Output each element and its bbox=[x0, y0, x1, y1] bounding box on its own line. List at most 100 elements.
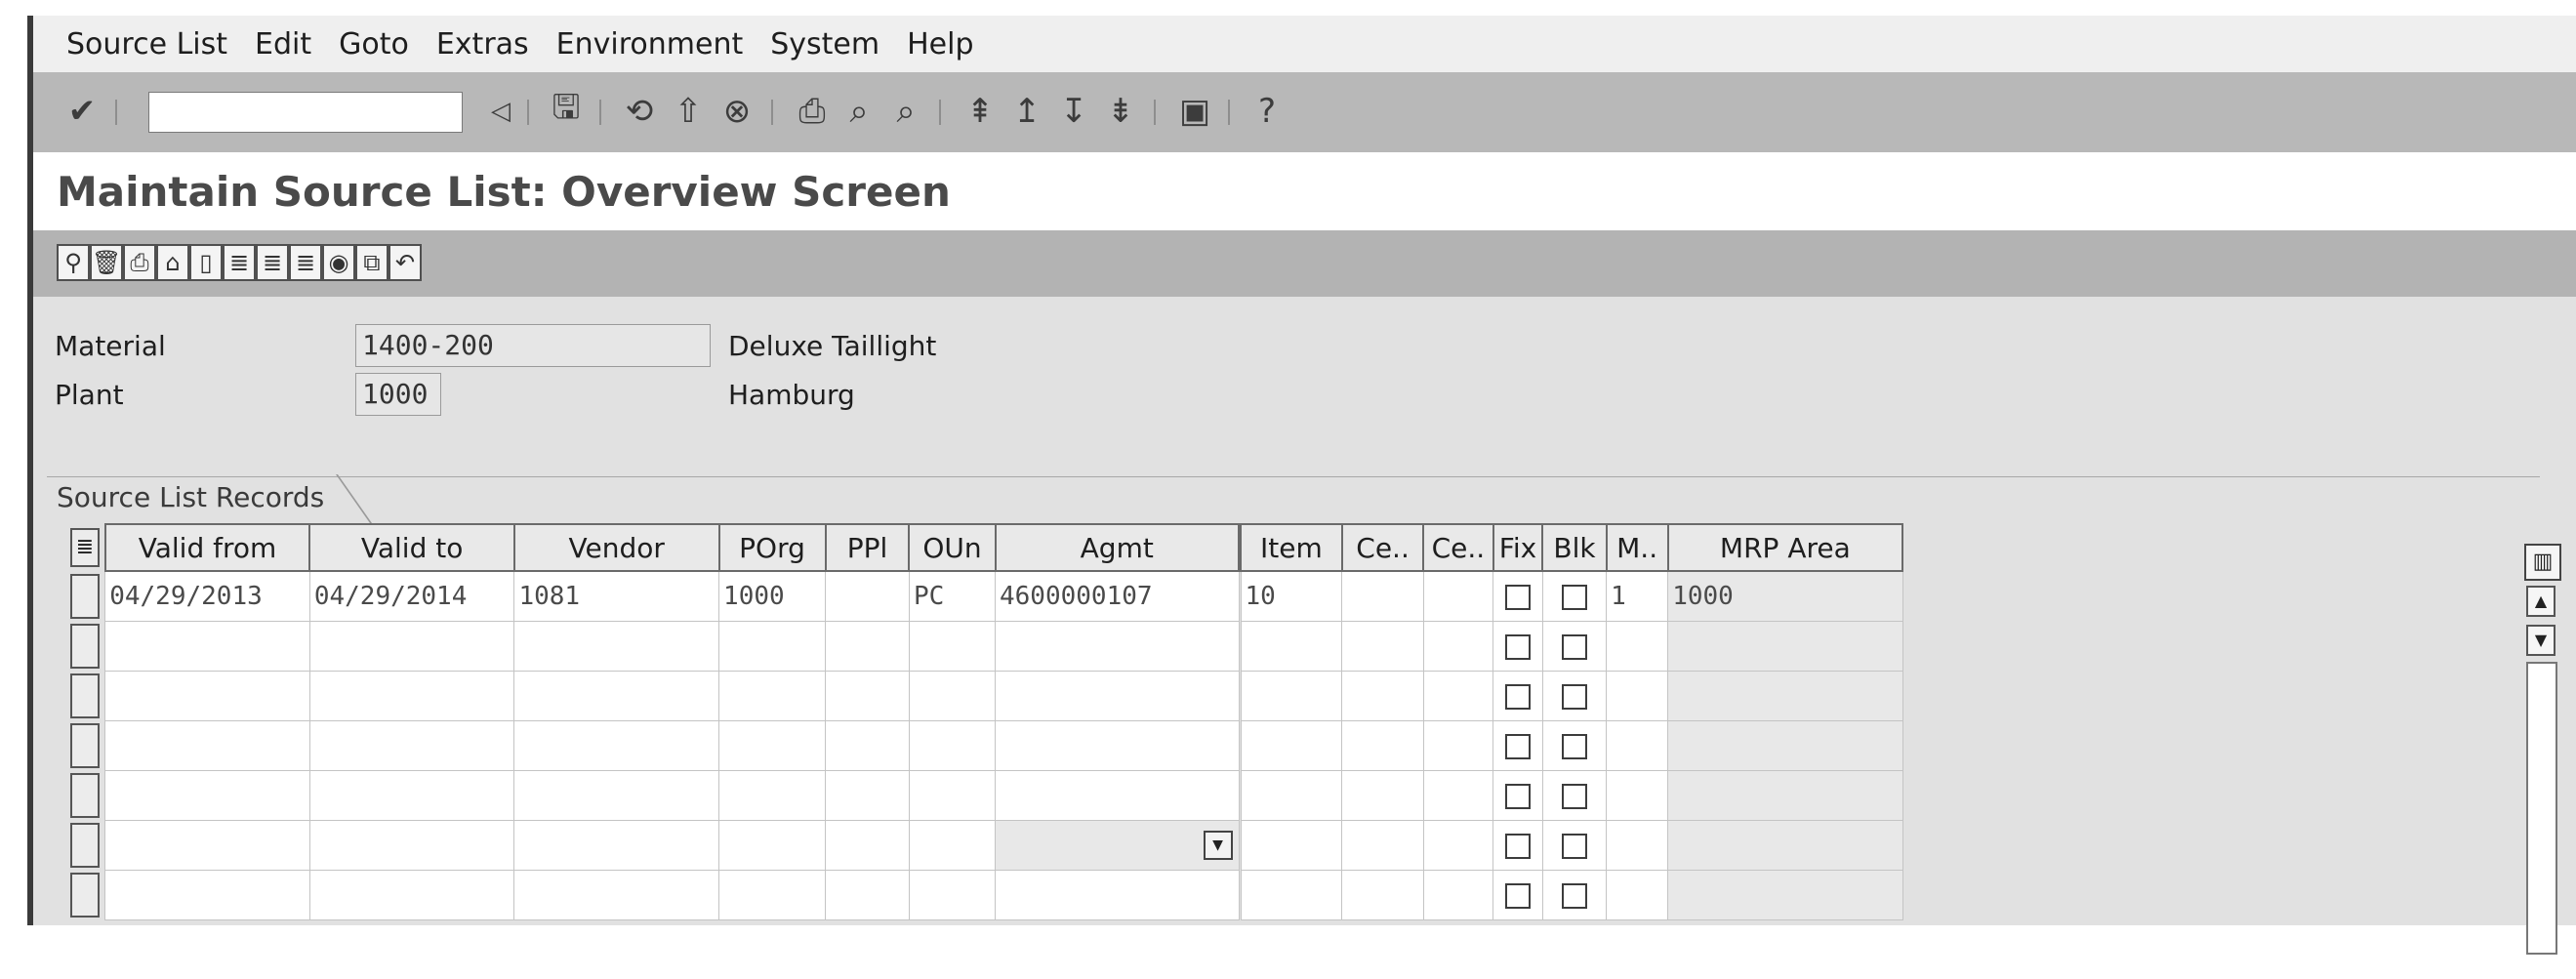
cell-valid-to[interactable] bbox=[308, 671, 515, 721]
back-arrow-icon[interactable]: ◁ bbox=[486, 90, 515, 133]
cell-valid-from[interactable] bbox=[104, 820, 310, 871]
copy-records-icon[interactable]: ≣ bbox=[256, 244, 289, 281]
cell-item[interactable]: 10 bbox=[1240, 570, 1343, 622]
cell-ce2[interactable] bbox=[1422, 870, 1494, 920]
cell-porg[interactable] bbox=[718, 820, 827, 871]
column-header-fix[interactable]: Fix bbox=[1492, 523, 1544, 572]
tab-source-list-records[interactable]: Source List Records bbox=[47, 476, 337, 520]
previous-page-icon[interactable]: ↥ bbox=[1007, 90, 1046, 133]
cell-oun[interactable] bbox=[908, 870, 997, 920]
layout-icon[interactable]: ⌂ bbox=[156, 244, 189, 281]
column-header-oun[interactable]: OUn bbox=[908, 523, 997, 572]
first-page-icon[interactable]: ⇞ bbox=[961, 90, 1000, 133]
cell-m[interactable] bbox=[1606, 870, 1669, 920]
cell-agmt[interactable] bbox=[995, 720, 1240, 771]
column-header-agmt[interactable]: Agmt bbox=[994, 523, 1240, 572]
blk-checkbox[interactable] bbox=[1562, 683, 1587, 710]
cell-ce1[interactable] bbox=[1341, 820, 1424, 871]
new-entry-icon[interactable]: ▯ bbox=[189, 244, 223, 281]
cell-valid-from[interactable] bbox=[104, 870, 310, 920]
cancel-icon[interactable]: ⊗ bbox=[716, 90, 757, 133]
cell-ce2[interactable] bbox=[1422, 621, 1494, 672]
last-page-icon[interactable]: ⇟ bbox=[1101, 90, 1140, 133]
cell-agmt[interactable]: 4600000107 bbox=[995, 570, 1240, 622]
cell-ce1[interactable] bbox=[1341, 870, 1424, 920]
command-field[interactable] bbox=[148, 92, 463, 133]
cell-ppl[interactable] bbox=[825, 671, 910, 721]
cell-vendor[interactable] bbox=[513, 870, 720, 920]
cell-agmt-dropdown[interactable]: ▼ bbox=[995, 820, 1240, 871]
cell-m[interactable]: 1 bbox=[1606, 570, 1669, 622]
column-header-blk[interactable]: Blk bbox=[1541, 523, 1608, 572]
back-icon[interactable]: ⟲ bbox=[619, 90, 660, 133]
column-header-mrp-area[interactable]: MRP Area bbox=[1666, 523, 1904, 572]
cell-valid-to[interactable] bbox=[308, 720, 515, 771]
fix-checkbox[interactable] bbox=[1504, 783, 1531, 809]
create-session-icon[interactable]: ▣ bbox=[1175, 90, 1214, 133]
cell-item[interactable] bbox=[1240, 820, 1343, 871]
column-header-item[interactable]: Item bbox=[1240, 523, 1343, 572]
cell-item[interactable] bbox=[1240, 671, 1343, 721]
cell-oun[interactable] bbox=[908, 770, 997, 821]
fix-checkbox[interactable] bbox=[1504, 584, 1531, 610]
print-icon[interactable]: ⎙ bbox=[793, 90, 832, 133]
cell-oun[interactable]: PC bbox=[908, 570, 997, 622]
cell-valid-to[interactable] bbox=[308, 621, 515, 672]
scroll-up-icon[interactable]: ▲ bbox=[2526, 586, 2556, 617]
cell-mrp-area[interactable] bbox=[1667, 720, 1903, 771]
cell-mrp-area[interactable] bbox=[1667, 621, 1903, 672]
cell-valid-to[interactable]: 04/29/2014 bbox=[308, 570, 515, 622]
cell-ppl[interactable] bbox=[825, 720, 910, 771]
cell-m[interactable] bbox=[1606, 720, 1669, 771]
exit-icon[interactable]: ⇧ bbox=[668, 90, 709, 133]
column-settings-icon[interactable]: ≣ bbox=[70, 528, 100, 567]
cell-valid-to[interactable] bbox=[308, 820, 515, 871]
cell-porg[interactable] bbox=[718, 621, 827, 672]
cell-valid-from[interactable] bbox=[104, 671, 310, 721]
cell-vendor[interactable] bbox=[513, 671, 720, 721]
detail-icon[interactable]: ≣ bbox=[289, 244, 322, 281]
cell-oun[interactable] bbox=[908, 720, 997, 771]
fix-checkbox[interactable] bbox=[1504, 683, 1531, 710]
column-header-ppl[interactable]: PPl bbox=[824, 523, 911, 572]
cell-mrp-area[interactable] bbox=[1667, 770, 1903, 821]
cell-porg[interactable] bbox=[718, 671, 827, 721]
select-all-icon[interactable]: ⚲ bbox=[57, 244, 90, 281]
cell-valid-from[interactable] bbox=[104, 720, 310, 771]
cell-agmt[interactable] bbox=[995, 671, 1240, 721]
vertical-scrollbar[interactable]: ▲ ▼ bbox=[2526, 586, 2557, 979]
fix-checkbox[interactable] bbox=[1504, 633, 1531, 660]
menu-help[interactable]: Help bbox=[907, 27, 973, 61]
globe-icon[interactable]: ◉ bbox=[322, 244, 355, 281]
cell-agmt[interactable] bbox=[995, 870, 1240, 920]
enter-icon[interactable]: ✔ bbox=[62, 90, 102, 133]
fix-checkbox[interactable] bbox=[1504, 733, 1531, 759]
cell-valid-from[interactable] bbox=[104, 770, 310, 821]
blk-checkbox[interactable] bbox=[1562, 882, 1587, 909]
row-selector[interactable] bbox=[68, 870, 105, 920]
cell-mrp-area[interactable] bbox=[1667, 820, 1903, 871]
cell-ce2[interactable] bbox=[1422, 570, 1494, 622]
cell-ppl[interactable] bbox=[825, 621, 910, 672]
cell-item[interactable] bbox=[1240, 621, 1343, 672]
cell-ce1[interactable] bbox=[1341, 720, 1424, 771]
cell-ce2[interactable] bbox=[1422, 770, 1494, 821]
cell-item[interactable] bbox=[1240, 870, 1343, 920]
blk-checkbox[interactable] bbox=[1562, 633, 1587, 660]
cell-vendor[interactable] bbox=[513, 720, 720, 771]
row-selector[interactable] bbox=[68, 720, 105, 771]
cell-ce1[interactable] bbox=[1341, 621, 1424, 672]
menu-edit[interactable]: Edit bbox=[255, 27, 311, 61]
cell-vendor[interactable] bbox=[513, 770, 720, 821]
plant-field[interactable]: 1000 bbox=[355, 373, 441, 416]
cell-vendor[interactable] bbox=[513, 621, 720, 672]
cell-ce1[interactable] bbox=[1341, 770, 1424, 821]
cell-agmt[interactable] bbox=[995, 621, 1240, 672]
cell-vendor[interactable]: 1081 bbox=[513, 570, 720, 622]
delete-icon[interactable]: 🗑 bbox=[90, 244, 123, 281]
find-next-icon[interactable]: ⌕ bbox=[886, 90, 925, 133]
next-page-icon[interactable]: ↧ bbox=[1054, 90, 1093, 133]
print-icon[interactable]: ⎙ bbox=[123, 244, 156, 281]
row-selector[interactable] bbox=[68, 820, 105, 871]
blk-checkbox[interactable] bbox=[1562, 833, 1587, 859]
